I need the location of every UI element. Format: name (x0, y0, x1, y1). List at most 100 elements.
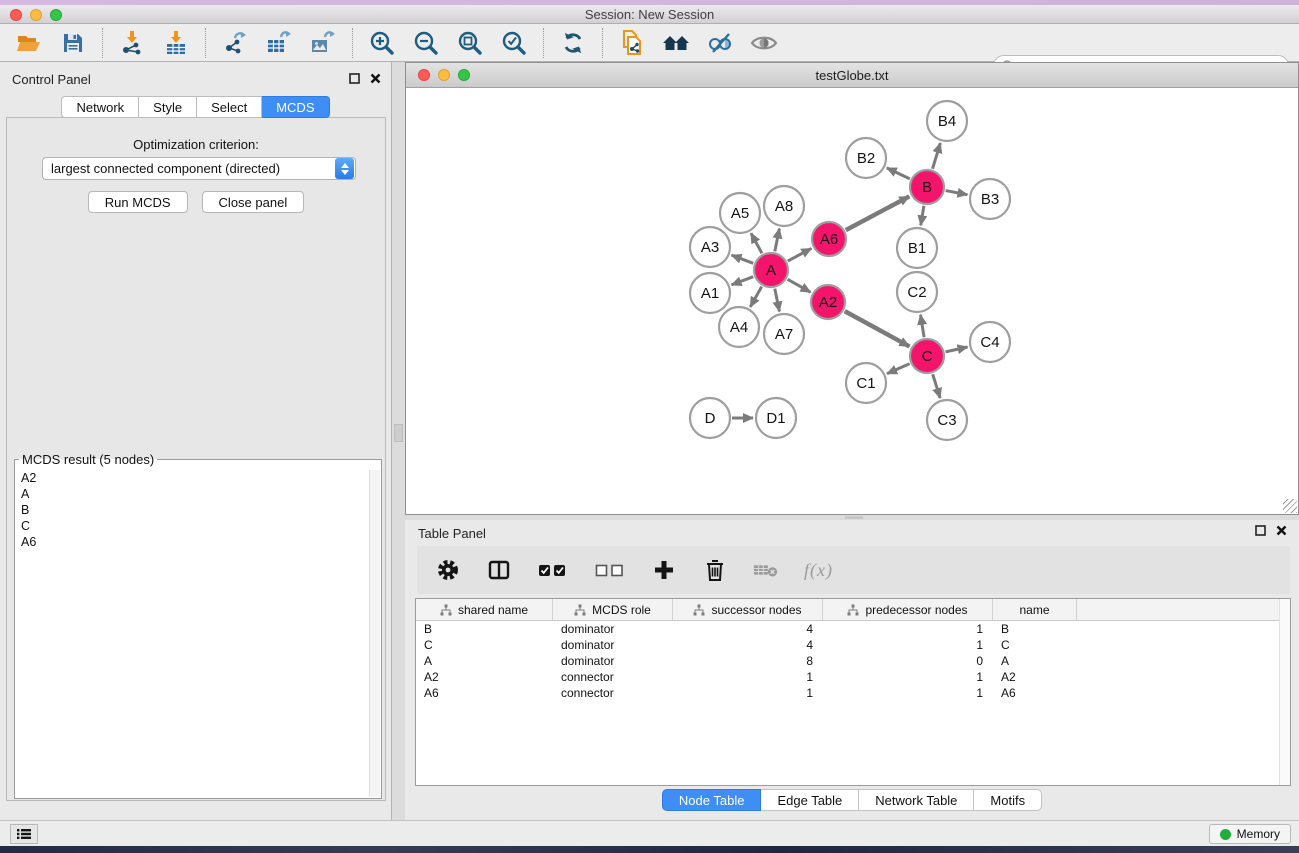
zoom-in-icon[interactable] (367, 28, 397, 58)
zoom-selected-icon[interactable] (499, 28, 529, 58)
hide-glasses-icon[interactable] (705, 28, 735, 58)
network-window-titlebar[interactable]: testGlobe.txt (406, 63, 1298, 88)
node-A5[interactable]: A5 (720, 193, 760, 233)
mcds-result-item[interactable]: B (16, 502, 369, 518)
cell-predecessor-nodes[interactable]: 1 (823, 685, 993, 701)
column-header-successor-nodes[interactable]: successor nodes (673, 599, 823, 620)
add-column-icon[interactable] (651, 557, 677, 583)
node-C2[interactable]: C2 (897, 272, 937, 312)
column-header-mcds-role[interactable]: MCDS role (553, 599, 673, 620)
close-table-panel-icon[interactable] (1276, 525, 1287, 536)
refresh-icon[interactable] (558, 28, 588, 58)
cell-predecessor-nodes[interactable]: 1 (823, 621, 993, 637)
tab-style[interactable]: Style (139, 96, 197, 118)
edge-A-A1[interactable] (732, 277, 754, 285)
table-scrollbar[interactable] (1279, 599, 1290, 785)
edge-C-C4[interactable] (946, 347, 968, 352)
export-table-icon[interactable] (264, 28, 294, 58)
table-row[interactable]: Bdominator41B (416, 621, 1290, 637)
network-canvas[interactable]: B4B2BB3B1C2A5A8A6A3AA1A4A7A2C4CC1C3DD1 (406, 89, 1298, 514)
mcds-result-item[interactable]: A2 (16, 470, 369, 486)
column-header-predecessor-nodes[interactable]: predecessor nodes (823, 599, 993, 620)
node-A8[interactable]: A8 (764, 186, 804, 226)
cell-name[interactable]: A6 (993, 685, 1077, 701)
edge-B-B4[interactable] (933, 143, 941, 169)
table-row[interactable]: Cdominator41C (416, 637, 1290, 653)
mcds-result-item[interactable]: A (16, 486, 369, 502)
delete-table-icon[interactable] (753, 557, 779, 583)
edge-B-B2[interactable] (887, 168, 910, 179)
close-panel-icon[interactable] (370, 73, 381, 84)
cell-shared-name[interactable]: B (416, 621, 553, 637)
cell-successor-nodes[interactable]: 1 (673, 669, 823, 685)
edge-A-A2[interactable] (788, 279, 811, 292)
cell-successor-nodes[interactable]: 4 (673, 621, 823, 637)
column-header-name[interactable]: name (993, 599, 1077, 620)
tab-select[interactable]: Select (197, 96, 262, 118)
node-A6[interactable]: A6 (812, 222, 846, 256)
edge-A-A8[interactable] (775, 229, 780, 252)
float-table-panel-icon[interactable] (1255, 525, 1266, 536)
zoom-out-icon[interactable] (411, 28, 441, 58)
cell-shared-name[interactable]: A (416, 653, 553, 669)
cell-predecessor-nodes[interactable]: 1 (823, 637, 993, 653)
tab-motifs[interactable]: Motifs (974, 789, 1042, 811)
deselect-all-checkboxes-icon[interactable] (594, 557, 626, 583)
node-A3[interactable]: A3 (690, 227, 730, 267)
run-mcds-button[interactable]: Run MCDS (88, 191, 188, 213)
cell-successor-nodes[interactable]: 1 (673, 685, 823, 701)
edge-A-A7[interactable] (775, 289, 780, 312)
cell-mcds-role[interactable]: dominator (553, 621, 673, 637)
settings-gear-icon[interactable] (435, 557, 461, 583)
edge-C-C1[interactable] (887, 364, 910, 374)
edge-B-B1[interactable] (921, 206, 924, 226)
save-session-icon[interactable] (58, 28, 88, 58)
cybrowser-home-icon[interactable] (661, 28, 691, 58)
export-image-icon[interactable] (308, 28, 338, 58)
export-network-icon[interactable] (220, 28, 250, 58)
optimization-criterion-select[interactable]: largest connected component (directed) (42, 157, 356, 180)
node-table[interactable]: shared nameMCDS rolesuccessor nodesprede… (415, 598, 1291, 786)
node-B2[interactable]: B2 (846, 138, 886, 178)
column-header-shared-name[interactable]: shared name (416, 599, 553, 620)
node-C3[interactable]: C3 (927, 400, 967, 440)
memory-button[interactable]: Memory (1209, 824, 1291, 844)
node-B[interactable]: B (910, 170, 944, 204)
import-network-icon[interactable] (117, 28, 147, 58)
open-file-icon[interactable] (14, 28, 44, 58)
node-C4[interactable]: C4 (970, 322, 1010, 362)
vertical-splitter-handle[interactable] (394, 424, 403, 442)
cell-shared-name[interactable]: C (416, 637, 553, 653)
node-B4[interactable]: B4 (927, 101, 967, 141)
node-A2[interactable]: A2 (811, 285, 845, 319)
edge-A-A5[interactable] (751, 233, 762, 253)
cell-shared-name[interactable]: A2 (416, 669, 553, 685)
edge-A-A3[interactable] (732, 255, 754, 263)
tab-edge-table[interactable]: Edge Table (761, 789, 859, 811)
edge-A-A6[interactable] (788, 248, 812, 261)
node-A7[interactable]: A7 (764, 314, 804, 354)
node-C[interactable]: C (910, 339, 944, 373)
table-row[interactable]: Adominator80A (416, 653, 1290, 669)
node-B1[interactable]: B1 (897, 228, 937, 268)
cell-name[interactable]: C (993, 637, 1077, 653)
cell-mcds-role[interactable]: dominator (553, 637, 673, 653)
split-table-icon[interactable] (486, 557, 512, 583)
node-B3[interactable]: B3 (970, 179, 1010, 219)
import-table-icon[interactable] (161, 28, 191, 58)
cell-predecessor-nodes[interactable]: 1 (823, 669, 993, 685)
cell-mcds-role[interactable]: dominator (553, 653, 673, 669)
node-A[interactable]: A (754, 253, 788, 287)
node-D1[interactable]: D1 (756, 398, 796, 438)
edge-C-C2[interactable] (921, 315, 925, 338)
tab-node-table[interactable]: Node Table (662, 789, 762, 811)
tab-network-table[interactable]: Network Table (859, 789, 974, 811)
cell-name[interactable]: A (993, 653, 1077, 669)
edge-A6-B[interactable] (846, 196, 910, 230)
mcds-result-item[interactable]: C (16, 518, 369, 534)
mcds-result-scrollbar[interactable] (369, 470, 380, 797)
edge-A2-C[interactable] (845, 311, 910, 346)
float-panel-icon[interactable] (349, 73, 360, 84)
cell-name[interactable]: B (993, 621, 1077, 637)
network-from-document-icon[interactable] (617, 28, 647, 58)
